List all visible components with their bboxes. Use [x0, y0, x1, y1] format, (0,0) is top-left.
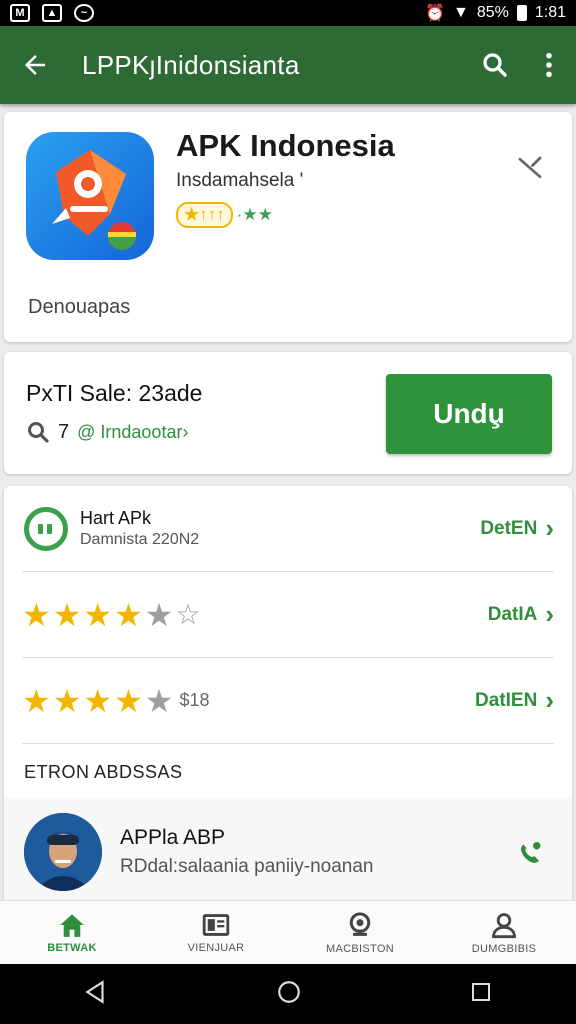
pin-icon [349, 911, 371, 936]
detail-link[interactable]: DetEN › [480, 513, 554, 544]
star-icon: ★ [22, 682, 51, 719]
search-icon [483, 53, 507, 77]
promo-subline: 7 @ Irndaootar› [26, 420, 188, 444]
info-row-title: Hart APk [80, 508, 152, 528]
app-logo-icon [52, 150, 136, 250]
promo-count: 7 [58, 420, 70, 443]
rating-extra-stars: ·★★ [236, 205, 273, 224]
star-rating: ★ ★ ★ ★ ★ ☆ [22, 599, 201, 631]
star-icon: ★ [52, 596, 82, 633]
info-row[interactable]: Hart APk Damnista 220N2 DetEN › [22, 486, 554, 572]
promo-title: PxTI Sale: 23ade [26, 380, 203, 406]
square-recents-icon [471, 982, 490, 1001]
developer-contact-texts: APPla ABP RDdal:salaania paniiy-noanan [120, 826, 374, 878]
nav-library[interactable]: VIENJUAR [144, 901, 288, 964]
close-icon [518, 156, 542, 179]
app-info-card: APK Indonesia Insdamahsela ' ★↑↑↑ ·★★ De… [4, 112, 572, 342]
chevron-right-icon: › [545, 599, 554, 629]
app-name: APK Indonesia [176, 128, 395, 163]
triangle-back-icon [85, 979, 104, 1004]
sync-notification-icon: ~ [74, 4, 94, 22]
star-icon: ★ [114, 596, 143, 633]
nav-profile[interactable]: DUMGBIBIS [432, 901, 576, 964]
star-outline-icon: ☆ [175, 598, 201, 630]
section-heading: ETRON ABDSSAS [24, 762, 183, 782]
app-icon[interactable] [26, 132, 154, 260]
star-icon: ★ [52, 682, 82, 719]
app-category[interactable]: Denouapas [28, 296, 130, 319]
rating-pill: ★↑↑↑ [176, 202, 233, 228]
status-bar: M ▲ ~ ⏰ ▼ 85% 1:81 [0, 0, 576, 26]
battery-icon [516, 5, 527, 21]
nav-location[interactable]: MACBISTON [288, 901, 432, 964]
info-row-texts: Hart APk Damnista 220N2 [80, 508, 199, 549]
star-icon: ★ [114, 682, 143, 719]
system-recents-button[interactable] [469, 980, 493, 1009]
details-card: Hart APk Damnista 220N2 DetEN › ★ ★ ★ ★ … [4, 486, 572, 906]
star-empty-icon: ★ [144, 596, 174, 633]
app-bar: LPPKȷInidonsianta [0, 26, 576, 104]
arrow-back-icon [25, 55, 45, 75]
detail-label: DatIA [487, 603, 538, 625]
book-icon [202, 913, 230, 936]
search-button[interactable] [468, 26, 522, 104]
star-empty-icon: ★ [144, 682, 174, 719]
nav-location-label: MACBISTON [326, 942, 394, 955]
system-back-button[interactable] [83, 979, 109, 1010]
app-developer[interactable]: Insdamahsela ' [176, 170, 303, 192]
rating-count: $18 [179, 690, 210, 710]
nav-home-label: BETWAK [47, 941, 97, 954]
rating-row[interactable]: ★ ★ ★ ★ ★ $18 DatIEN › [22, 658, 554, 744]
install-card: PxTI Sale: 23ade 7 @ Irndaootar› Undu̧ [4, 352, 572, 474]
wifi-icon: ▼ [452, 4, 469, 21]
overflow-menu-button[interactable] [522, 26, 576, 104]
chat-icon [24, 506, 68, 551]
developer-contact-row[interactable]: APPla ABP RDdal:salaania paniiy-noanan [4, 798, 572, 906]
developer-contact-name: APPla ABP [120, 826, 226, 849]
star-icon: ★ [22, 596, 51, 633]
avatar [24, 813, 102, 891]
rating-badge: ★↑↑↑ ·★★ [176, 202, 273, 228]
app-bar-title: LPPKȷInidonsianta [82, 49, 300, 80]
dismiss-button[interactable] [512, 150, 548, 186]
battery-percent: 85% [476, 4, 509, 21]
mail-notification-icon: M [10, 4, 30, 22]
star-rating: ★ ★ ★ ★ ★ [22, 685, 173, 717]
detail-link[interactable]: DatIEN › [475, 685, 554, 716]
developer-contact-description: RDdal:salaania paniiy-noanan [120, 856, 374, 877]
detail-link[interactable]: DatIA › [488, 599, 554, 630]
system-navigation-bar [0, 964, 576, 1024]
clock: 1:81 [534, 4, 566, 21]
back-button[interactable] [0, 26, 70, 104]
nav-profile-label: DUMGBIBIS [471, 942, 537, 955]
chevron-right-icon: › [545, 513, 554, 543]
circle-home-icon [278, 980, 300, 1003]
star-icon: ★ [83, 596, 113, 633]
star-icon: ★ [83, 682, 113, 719]
nav-home[interactable]: BETWAK [0, 901, 144, 964]
person-icon [492, 912, 516, 938]
detail-label: DetEN [480, 517, 538, 539]
chevron-right-icon: › [545, 685, 554, 715]
detail-label: DatIEN [475, 689, 538, 711]
image-notification-icon: ▲ [42, 4, 62, 22]
rating-row[interactable]: ★ ★ ★ ★ ★ ☆ DatIA › [22, 572, 554, 658]
more-vert-icon [546, 52, 552, 78]
search-icon [28, 422, 49, 443]
bottom-navigation: BETWAK VIENJUAR MACBISTON DUMGBIBIS [0, 900, 576, 964]
promo-link[interactable]: @ Irndaootar› [77, 422, 188, 443]
system-home-button[interactable] [276, 979, 302, 1010]
phone-call-icon[interactable] [512, 836, 548, 872]
alarm-icon: ⏰ [425, 5, 445, 22]
info-row-subtitle: Damnista 220N2 [80, 531, 200, 548]
nav-library-label: VIENJUAR [187, 941, 245, 954]
install-button[interactable]: Undu̧ [386, 374, 552, 454]
home-icon [60, 913, 84, 937]
